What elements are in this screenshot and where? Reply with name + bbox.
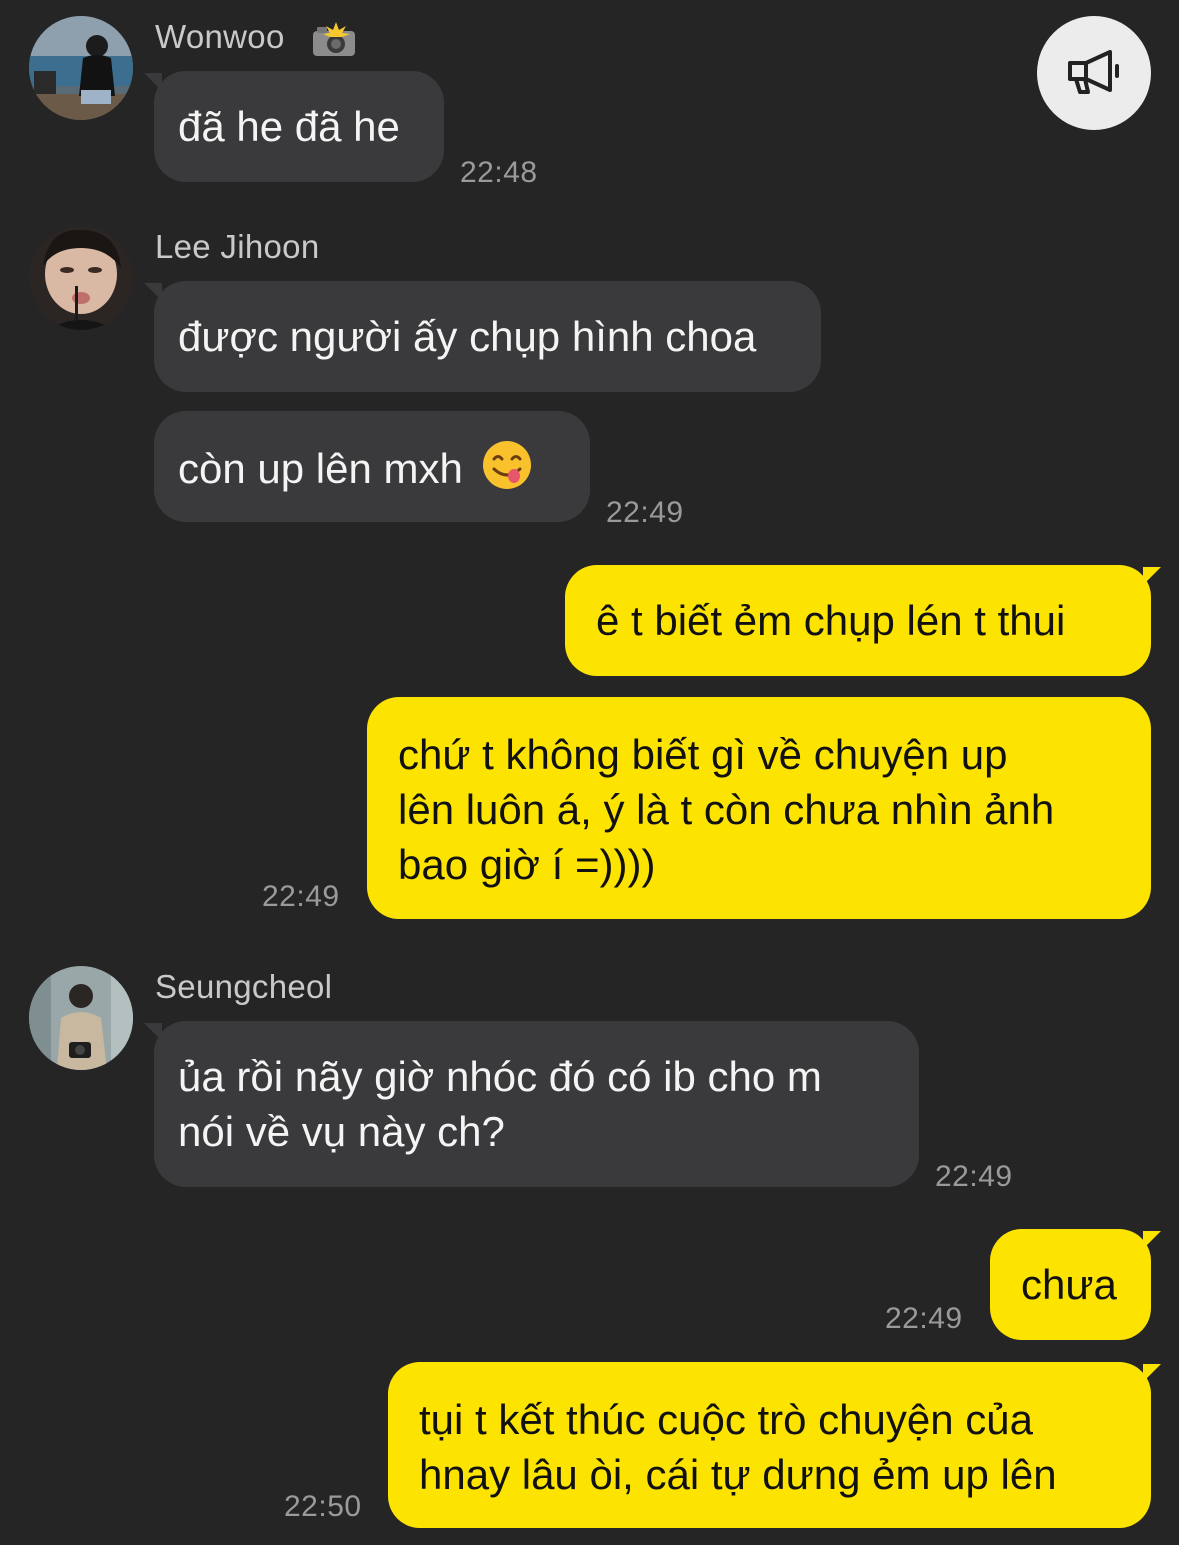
message-line: hnay lâu òi, cái tự dưng ẻm up lên <box>419 1451 1057 1498</box>
sender-name: Wonwoo <box>155 18 285 55</box>
message-time: 22:50 <box>284 1490 362 1523</box>
avatar-seungcheol[interactable] <box>29 966 133 1070</box>
megaphone-icon <box>1068 50 1119 94</box>
avatar-lee-jihoon[interactable] <box>29 226 133 330</box>
avatar-wonwoo[interactable] <box>29 16 133 120</box>
message-bubble[interactable]: còn up lên mxh <box>154 411 590 522</box>
message-line: chứ t không biết gì về chuyện up <box>398 731 1008 778</box>
message-line: nói về vụ này ch? <box>178 1108 505 1155</box>
message-bubble[interactable]: ủa rồi nãy giờ nhóc đó có ib cho m nói v… <box>154 1021 919 1187</box>
message-time: 22:49 <box>606 496 684 529</box>
message-bubble[interactable]: đã he đã he <box>154 71 444 182</box>
message-bubble[interactable]: chứ t không biết gì về chuyện up lên luô… <box>367 697 1151 919</box>
message-text: còn up lên mxh <box>178 445 463 492</box>
message-bubble[interactable]: tụi t kết thúc cuộc trò chuyện của hnay … <box>388 1362 1151 1528</box>
message-line: ủa rồi nãy giờ nhóc đó có ib cho m <box>178 1053 822 1100</box>
message-time: 22:49 <box>262 880 340 913</box>
bubble-tail <box>1143 567 1161 585</box>
bubble-tail <box>1143 1231 1161 1249</box>
message-time: 22:49 <box>935 1160 1013 1193</box>
sender-name: Lee Jihoon <box>155 228 320 265</box>
message-line: bao giờ í =)))) <box>398 841 656 888</box>
sender-name: Seungcheol <box>155 968 333 1005</box>
message-line: lên luôn á, ý là t còn chưa nhìn ảnh <box>398 786 1055 833</box>
announcement-button[interactable] <box>1037 16 1151 130</box>
message-bubble[interactable]: chưa <box>990 1229 1151 1340</box>
yum-face-emoji <box>481 439 533 504</box>
message-bubble[interactable]: ê t biết ẻm chụp lén t thui <box>565 565 1151 676</box>
message-bubble[interactable]: được người ấy chụp hình choa <box>154 281 821 392</box>
message-line: tụi t kết thúc cuộc trò chuyện của <box>419 1396 1034 1443</box>
camera-flash-badge <box>311 22 357 63</box>
bubble-tail <box>1143 1364 1161 1382</box>
message-time: 22:49 <box>885 1302 963 1335</box>
message-time: 22:48 <box>460 156 538 189</box>
